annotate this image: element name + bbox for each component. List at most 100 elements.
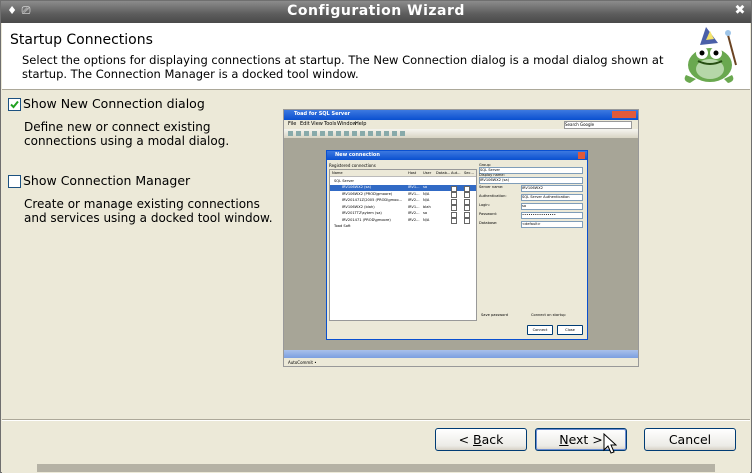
preview-col-database: Datab... (436, 171, 451, 175)
preview-tree-cell: IRV1... (408, 191, 420, 196)
preview-tree-cell: N/A (423, 198, 430, 202)
page-title: Startup Connections (10, 32, 153, 48)
preview-registered-label: Registered connections (329, 163, 376, 168)
preview-field-value: SQL Server Authentication (521, 194, 583, 201)
preview-field-label: Authentication: (479, 194, 507, 198)
mouse-cursor-icon (603, 433, 617, 454)
configuration-wizard-window: ♦ ⎚ Configuration Wizard ✖ Startup Conne… (0, 0, 752, 473)
preview-connections-grid: Name Host User Datab... Aut... Sec... SQ… (329, 169, 477, 321)
preview-tree-cell: Toad Soft (334, 224, 351, 228)
preview-tree-cell: N/A (423, 191, 430, 196)
preview-tree-row: IRV201471 (PROD\gmoore) IRV2... N/A (330, 217, 476, 224)
preview-menubar: File Edit View Tools Window Help Search … (284, 120, 638, 129)
preview-menu-window: Window (337, 121, 357, 127)
next-button-rest: ext > (568, 432, 603, 447)
preview-tree-row: SQL Server (330, 178, 476, 184)
preview-field-value: •••••••••••••••• (521, 212, 583, 219)
preview-statusbar: AutoCommit • (284, 358, 638, 366)
preview-dialog-title: New connection (335, 152, 380, 158)
preview-status-text: AutoCommit • (288, 360, 317, 365)
preview-connect-on-startup: Connect on startup (531, 313, 566, 317)
preview-field-value: <default> (521, 221, 583, 228)
show-connection-manager-label[interactable]: Show Connection Manager (23, 173, 190, 188)
preview-tree-cell: SQL Server (334, 178, 355, 183)
preview-field-value: IRV106WX2 (sa) (479, 177, 583, 184)
preview-col-auth: Aut... (451, 171, 461, 175)
preview-tree-cell: IRV2... (408, 217, 420, 222)
preview-tree-cell: IRV2... (408, 211, 420, 215)
back-button-mnemonic: B (473, 432, 482, 447)
preview-search-text: Search Google (565, 122, 595, 127)
preview-tree-cell: IRV201TTZ\sytem (sa) (342, 211, 382, 215)
preview-field-label: Database: (479, 221, 498, 225)
checkmark-icon (10, 100, 19, 109)
show-new-connection-description: Define new or connect existing connectio… (24, 120, 230, 148)
preview-search-box: Search Google (564, 121, 632, 129)
preview-grid-header: Name Host User Datab... Aut... Sec... (330, 170, 476, 177)
footer-separator (2, 419, 750, 421)
preview-tree-cell: IRV106WX2 (blah) (342, 204, 375, 209)
preview-connect-button: Connect (527, 325, 553, 335)
preview-tree-cell: IRV1... (408, 204, 420, 209)
preview-menu-tools: Tools (324, 121, 337, 127)
toad-wizard-icon (684, 27, 737, 83)
preview-panel-bar (284, 350, 638, 358)
preview-app-title: Toad for SQL Server (294, 111, 351, 117)
preview-toolbar-icons (288, 131, 408, 136)
show-connection-manager-checkbox[interactable] (8, 175, 21, 188)
preview-tree-cell: IRV106WX2 (PROD\gmoore) (342, 191, 393, 196)
preview-connection-fields: Group: SQL Server Display name: IRV106WX2 (… (479, 163, 583, 253)
preview-tree-cell: IRV106WX2 (sa) (342, 185, 372, 189)
preview-tree-cell: N/A (423, 217, 430, 222)
show-new-connection-checkbox[interactable] (8, 98, 21, 111)
preview-titlebar: Toad for SQL Server (284, 110, 638, 120)
preview-col-host: Host (408, 171, 417, 175)
cancel-button[interactable]: Cancel (644, 428, 736, 451)
preview-tree-cell: IRV201471Z\2005 (PROD\gmoo... (342, 198, 402, 202)
horizontal-scroll-strip (37, 464, 715, 472)
wizard-header: Startup Connections Select the options f… (2, 23, 750, 90)
preview-tree-cell: IRV201471 (PROD\gmoore) (342, 217, 391, 222)
next-button-mnemonic: N (559, 432, 569, 447)
window-title: Configuration Wizard (287, 3, 465, 19)
preview-menu-edit: Edit (300, 121, 310, 127)
preview-col-name: Name (332, 171, 343, 175)
title-bar[interactable]: ♦ ⎚ Configuration Wizard ✖ (1, 1, 751, 23)
close-icon[interactable]: ✖ (733, 4, 747, 18)
preview-tree-cell: blah (423, 204, 431, 209)
preview-toolbar (284, 129, 638, 138)
preview-tree-cell: sa (423, 211, 428, 215)
page-description: Select the options for displaying connec… (22, 53, 664, 81)
preview-menu-file: File (288, 121, 297, 127)
preview-tree-row: IRV106WX2 (sa) IRV1... sa (330, 184, 476, 192)
preview-field-label: Server name: (479, 185, 504, 189)
preview-tree-cell: sa (423, 185, 428, 189)
preview-close-button: Close (557, 325, 583, 335)
preview-col-sec: Sec... (464, 171, 474, 175)
preview-tree-cell: IRV2... (408, 198, 420, 202)
preview-field-label: Password: (479, 212, 497, 216)
preview-col-user: User (423, 171, 432, 175)
preview-tree-row: IRV201TTZ\sytem (sa) IRV2... sa (330, 211, 476, 218)
show-new-connection-label[interactable]: Show New Connection dialog (23, 96, 205, 111)
preview-menu-help: Help (355, 121, 367, 127)
startup-preview-image: Toad for SQL Server File Edit View Tools… (283, 109, 639, 367)
preview-dialog-titlebar: New connection (327, 151, 587, 160)
preview-tree-row: Toad Soft (330, 224, 476, 230)
back-button-rest: ack (481, 432, 504, 447)
preview-menu-view: View (311, 121, 323, 127)
preview-tree-row: IRV201471Z\2005 (PROD\gmoo... IRV2... N/A (330, 198, 476, 205)
preview-field-label: Login: (479, 203, 490, 207)
preview-tree-cell: IRV1... (408, 185, 420, 189)
show-connection-manager-description: Create or manage existing connections an… (24, 197, 273, 225)
preview-save-password: Save password (481, 313, 509, 317)
preview-dialog-close-icon (578, 152, 585, 159)
preview-tree-row: IRV106WX2 (PROD\gmoore) IRV1... N/A (330, 191, 476, 198)
preview-field-value: sa (521, 203, 583, 210)
preview-new-connection-dialog: New connection Registered connections Na… (326, 150, 588, 340)
back-button[interactable]: < Back (435, 428, 527, 451)
back-button-prefix: < (458, 432, 474, 447)
preview-field-value: IRV106WX2 (521, 185, 583, 192)
preview-tree-row: IRV106WX2 (blah) IRV1... blah (330, 204, 476, 211)
preview-window-controls (612, 111, 636, 118)
